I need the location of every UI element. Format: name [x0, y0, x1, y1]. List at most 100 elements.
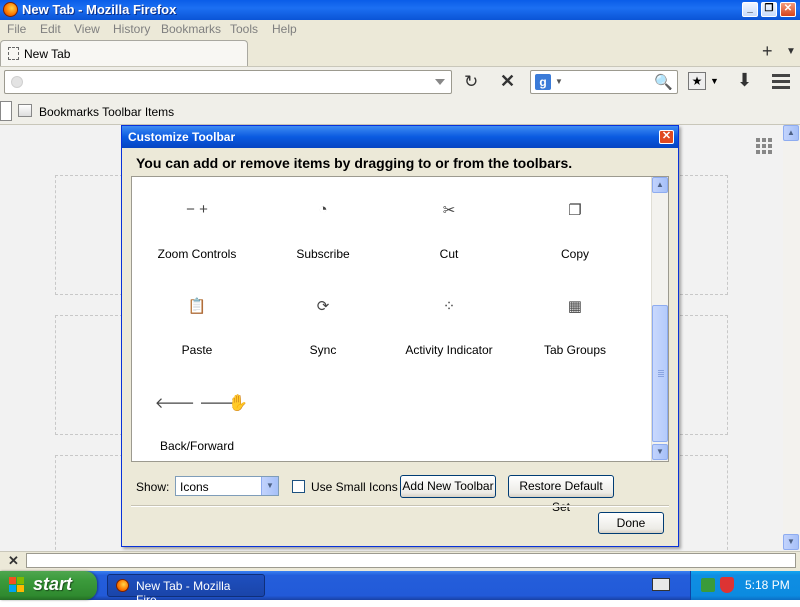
dialog-divider [131, 505, 669, 507]
palette-item-label: Cut [439, 247, 459, 261]
scroll-down-icon[interactable]: ▼ [652, 444, 668, 460]
restore-default-set-button[interactable]: Restore Default Set [508, 475, 614, 514]
palette-scrollbar[interactable]: ▲ ▼ [651, 177, 668, 461]
network-tray-icon[interactable] [701, 578, 715, 592]
tile-grid-icon[interactable] [756, 138, 772, 154]
keyboard-language-icon[interactable] [652, 578, 670, 591]
bookmarks-menu-button[interactable]: ★ ▼ [688, 72, 722, 92]
tab-new-tab[interactable]: New Tab [0, 40, 248, 66]
use-small-icons-label[interactable]: Use Small Icons [311, 480, 398, 494]
dialog-title: Customize Toolbar [128, 130, 236, 144]
engine-dropdown-icon[interactable]: ▼ [555, 77, 563, 86]
firefox-logo-icon [3, 2, 18, 17]
menu-bookmarks[interactable]: Bookmarks [161, 22, 221, 36]
site-identity-icon[interactable] [11, 76, 23, 88]
tab-list-chevron-icon[interactable]: ▼ [786, 46, 796, 57]
palette-item-sync[interactable]: ⟳ Sync [261, 279, 385, 369]
window-titlebar[interactable]: New Tab - Mozilla Firefox _ ❐ ✕ [0, 0, 800, 20]
palette-item-zoom-controls[interactable]: − + Zoom Controls [135, 183, 259, 273]
add-new-toolbar-button[interactable]: Add New Toolbar [400, 475, 496, 498]
palette-item-label: Tab Groups [543, 343, 607, 357]
page-scrollbar[interactable]: ▲ ▼ [783, 125, 800, 551]
rss-feed-icon: ◔ [318, 201, 328, 218]
customize-toolbar-dialog: Customize Toolbar ✕ You can add or remov… [121, 125, 679, 547]
palette-item-paste[interactable]: 📋 Paste [135, 279, 259, 369]
menu-edit[interactable]: Edit [40, 22, 61, 36]
dialog-close-button[interactable]: ✕ [659, 130, 674, 144]
security-shield-icon[interactable] [720, 577, 734, 593]
menu-hamburger-icon[interactable] [770, 71, 792, 91]
stop-icon[interactable]: ✕ [500, 71, 515, 92]
search-magnifier-icon[interactable]: 🔍 [654, 73, 673, 91]
palette-item-label: Copy [560, 247, 589, 261]
palette-item-label: Subscribe [296, 247, 350, 261]
palette-item-cut[interactable]: ✂ Cut [387, 183, 511, 273]
palette-item-label: Zoom Controls [157, 247, 237, 261]
toolbar-spacer [0, 101, 12, 121]
palette-item-back-forward[interactable]: 🡐 🡒 Back/Forward [135, 375, 259, 461]
show-mode-select[interactable]: Icons ▼ [175, 476, 279, 496]
tab-label: New Tab [24, 47, 71, 61]
zoom-controls-icon: − + [186, 201, 208, 218]
palette-item-label: Back/Forward [159, 439, 235, 453]
bookmarks-items-icon [18, 104, 32, 117]
palette-item-label: Sync [309, 343, 337, 357]
reload-icon[interactable]: ↻ [464, 72, 478, 92]
dialog-instructions: You can add or remove items by dragging … [136, 155, 573, 171]
spinner-icon: ⁘ [442, 298, 456, 315]
show-label: Show: [136, 480, 170, 494]
palette-item-subscribe[interactable]: ◔ Subscribe [261, 183, 385, 273]
blank-page-icon [8, 47, 19, 60]
close-bar-icon[interactable]: ✕ [8, 553, 19, 569]
status-field[interactable] [26, 553, 796, 568]
dialog-titlebar[interactable]: Customize Toolbar ✕ [122, 126, 678, 148]
use-small-icons-checkbox[interactable] [292, 480, 305, 493]
palette-item-label: Activity Indicator [405, 343, 493, 357]
windows-logo-icon [9, 577, 25, 593]
menu-tools[interactable]: Tools [230, 22, 258, 36]
firefox-logo-icon [116, 579, 129, 592]
copy-icon: ❐ [568, 202, 582, 219]
menu-history[interactable]: History [113, 22, 150, 36]
bookmarks-dropdown-icon: ▼ [710, 76, 719, 86]
start-label: start [33, 574, 73, 594]
scroll-up-icon[interactable]: ▲ [783, 125, 799, 141]
clock: 5:18 PM [745, 578, 790, 592]
scroll-thumb[interactable] [652, 305, 668, 442]
toolbar-item-palette: − + Zoom Controls ◔ Subscribe ✂ Cut ❐ Co… [131, 176, 669, 462]
bookmark-star-icon: ★ [688, 72, 706, 90]
palette-item-label: Paste [181, 343, 213, 357]
new-tab-plus-icon[interactable]: + [762, 41, 773, 62]
scroll-up-icon[interactable]: ▲ [652, 177, 668, 193]
menu-help[interactable]: Help [272, 22, 297, 36]
system-tray: 5:18 PM [690, 571, 800, 600]
search-input[interactable]: g ▼ 🔍 [530, 70, 678, 94]
url-history-dropdown-icon[interactable] [435, 79, 445, 85]
bookmarks-toolbar-items[interactable]: Bookmarks Toolbar Items [39, 105, 174, 119]
palette-item-tab-groups[interactable]: ▦ Tab Groups [513, 279, 637, 369]
show-mode-value: Icons [180, 480, 209, 494]
start-button[interactable]: start [0, 571, 97, 600]
tab-groups-icon: ▦ [567, 298, 583, 315]
palette-item-copy[interactable]: ❐ Copy [513, 183, 637, 273]
scissors-icon: ✂ [442, 202, 456, 219]
minimize-button[interactable]: _ [742, 2, 758, 17]
window-title: New Tab - Mozilla Firefox [22, 2, 177, 17]
taskbar-item-firefox[interactable]: New Tab - Mozilla Fire... [107, 574, 265, 607]
scroll-down-icon[interactable]: ▼ [783, 534, 799, 550]
google-engine-icon[interactable]: g [535, 74, 551, 90]
done-button[interactable]: Done [598, 512, 664, 534]
sync-icon: ⟳ [316, 298, 330, 315]
menu-view[interactable]: View [74, 22, 100, 36]
restore-button[interactable]: ❐ [761, 2, 777, 17]
url-input[interactable] [4, 70, 452, 94]
taskbar-item-label: New Tab - Mozilla Fire... [136, 579, 231, 607]
downloads-icon[interactable]: ⬇ [737, 70, 752, 91]
menu-file[interactable]: File [7, 22, 26, 36]
palette-item-activity-indicator[interactable]: ⁘ Activity Indicator [387, 279, 511, 369]
close-window-button[interactable]: ✕ [780, 2, 796, 17]
menu-bar: File Edit View History Bookmarks Tools H… [0, 20, 800, 38]
hand-cursor-icon: ✋ [228, 395, 248, 412]
chevron-down-icon[interactable]: ▼ [261, 477, 278, 495]
clipboard-icon: 📋 [187, 298, 207, 315]
